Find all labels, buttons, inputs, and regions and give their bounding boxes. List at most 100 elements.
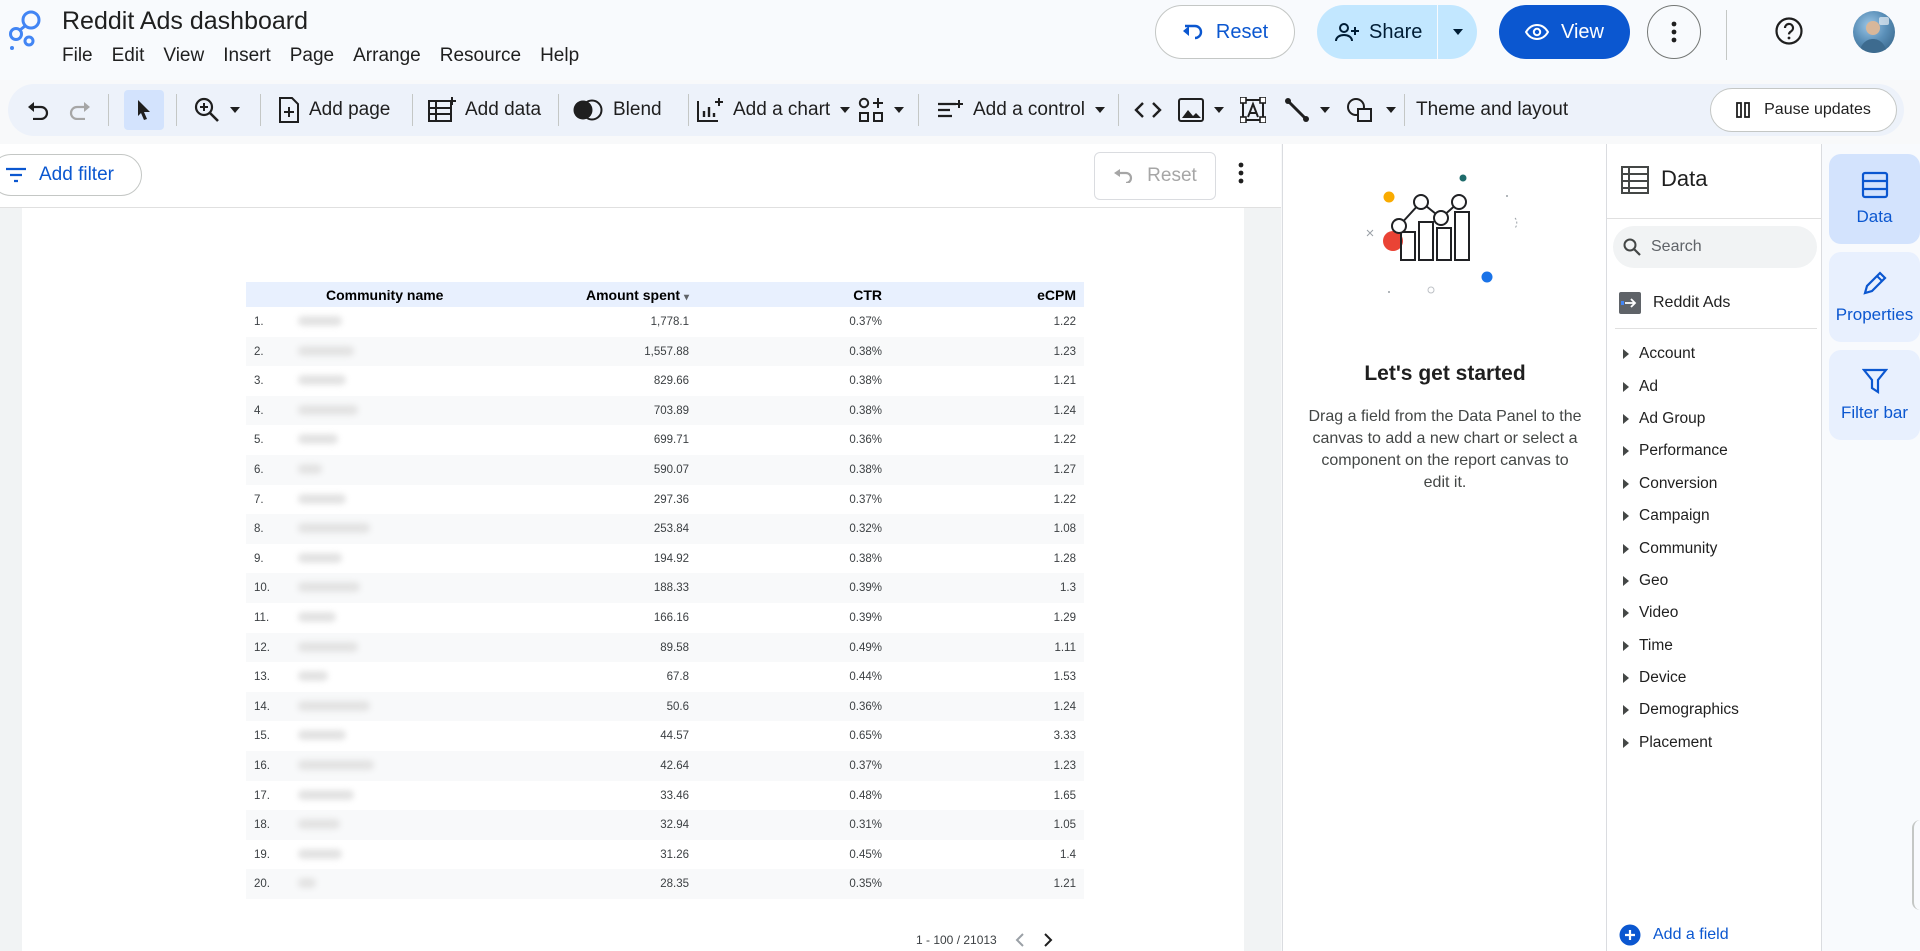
undo-icon[interactable] — [26, 84, 50, 136]
zoom-icon[interactable] — [194, 84, 241, 136]
table-row[interactable]: 18. 32.94 0.31% 1.05 — [246, 810, 1084, 840]
table-row[interactable]: 7. 297.36 0.37% 1.22 — [246, 485, 1084, 515]
community-table[interactable]: Community name Amount spent ▾ CTR eCPM 1… — [246, 282, 1084, 899]
add-control-icon — [938, 100, 963, 118]
chevron-left-icon[interactable] — [1015, 932, 1025, 948]
col-community-name[interactable]: Community name — [326, 287, 443, 303]
add-data-button[interactable]: Add data — [428, 84, 541, 136]
field-group-demographics[interactable]: Demographics — [1623, 694, 1739, 726]
data-panel-divider — [1615, 328, 1817, 329]
table-row[interactable]: 6. 590.07 0.38% 1.27 — [246, 454, 1084, 485]
rail-edge-handle[interactable] — [1912, 820, 1920, 910]
share-main[interactable]: Share — [1317, 5, 1437, 59]
table-row[interactable]: 1. 1,778.1 0.37% 1.22 — [246, 307, 1084, 337]
table-row[interactable]: 16. 42.64 0.37% 1.23 — [246, 750, 1084, 781]
add-control-button[interactable]: Add a control — [936, 84, 1106, 136]
caret-right-icon — [1623, 705, 1629, 716]
add-chart-button[interactable]: Add a chart — [696, 84, 851, 136]
field-group-placement[interactable]: Placement — [1623, 727, 1739, 759]
field-group-geo[interactable]: Geo — [1623, 565, 1739, 597]
community-name-redacted — [298, 552, 342, 563]
field-group-community[interactable]: Community — [1623, 532, 1739, 564]
rail-tab-data[interactable]: Data — [1829, 154, 1920, 244]
table-row[interactable]: 2. 1,557.88 0.38% 1.23 — [246, 336, 1084, 367]
share-button[interactable]: Share — [1317, 5, 1477, 59]
rail-tab-properties[interactable]: Properties — [1829, 252, 1920, 342]
view-button[interactable]: View — [1499, 5, 1630, 59]
add-filter-button[interactable]: Add filter — [0, 154, 142, 196]
canvas-more-options-icon[interactable] — [1238, 162, 1244, 184]
blend-button[interactable]: Blend — [572, 84, 662, 136]
table-row[interactable]: 13. 67.8 0.44% 1.53 — [246, 662, 1084, 692]
table-row[interactable]: 19. 31.26 0.45% 1.4 — [246, 840, 1084, 870]
col-ecpm[interactable]: eCPM — [1037, 287, 1076, 303]
field-group-video[interactable]: Video — [1623, 597, 1739, 629]
sort-desc-icon[interactable]: ▾ — [684, 292, 689, 303]
field-group-conversion[interactable]: Conversion — [1623, 468, 1739, 500]
share-dropdown-icon[interactable] — [1438, 28, 1477, 36]
rail-tab-filter-bar[interactable]: Filter bar — [1829, 350, 1920, 440]
field-group-campaign[interactable]: Campaign — [1623, 500, 1739, 532]
reset-button[interactable]: Reset — [1155, 5, 1295, 59]
data-source-name: Reddit Ads — [1653, 294, 1731, 311]
text-box-icon[interactable] — [1240, 84, 1266, 136]
menu-resource[interactable]: Resource — [440, 45, 521, 67]
field-group-device[interactable]: Device — [1623, 662, 1739, 694]
shape-icon[interactable] — [1346, 84, 1397, 136]
menu-edit[interactable]: Edit — [112, 45, 145, 67]
canvas-reset-button[interactable]: Reset — [1094, 152, 1216, 200]
table-row[interactable]: 3. 829.66 0.38% 1.21 — [246, 366, 1084, 396]
menu-help[interactable]: Help — [540, 45, 579, 67]
add-field-button[interactable]: Add a field — [1619, 924, 1729, 946]
table-row[interactable]: 5. 699.71 0.36% 1.22 — [246, 425, 1084, 455]
field-group-performance[interactable]: Performance — [1623, 435, 1739, 467]
cell-amount-spent: 297.36 — [653, 493, 689, 506]
table-row[interactable]: 10. 188.33 0.39% 1.3 — [246, 573, 1084, 603]
field-group-ad[interactable]: Ad — [1623, 370, 1739, 402]
chevron-right-icon[interactable] — [1043, 932, 1053, 948]
field-group-time[interactable]: Time — [1623, 630, 1739, 662]
embed-code-icon[interactable] — [1134, 84, 1162, 136]
table-row[interactable]: 4. 703.89 0.38% 1.24 — [246, 395, 1084, 426]
pause-updates-button[interactable]: Pause updates — [1710, 88, 1897, 132]
account-avatar[interactable] — [1853, 11, 1895, 53]
col-amount-spent[interactable]: Amount spent ▾ — [586, 287, 689, 303]
report-page[interactable]: Community name Amount spent ▾ CTR eCPM 1… — [22, 208, 1244, 951]
table-row[interactable]: 9. 194.92 0.38% 1.28 — [246, 544, 1084, 574]
table-row[interactable]: 12. 89.58 0.49% 1.11 — [246, 632, 1084, 663]
row-index: 9. — [254, 552, 264, 565]
redo-icon[interactable] — [68, 84, 92, 136]
community-viz-button[interactable] — [858, 84, 905, 136]
add-page-button[interactable]: Add page — [278, 84, 390, 136]
theme-and-layout-button[interactable]: Theme and layout — [1416, 84, 1568, 136]
looker-studio-logo-icon[interactable] — [4, 10, 42, 50]
table-row[interactable]: 14. 50.6 0.36% 1.24 — [246, 691, 1084, 722]
table-row[interactable]: 15. 44.57 0.65% 3.33 — [246, 721, 1084, 751]
side-rail: Data Properties Filter bar — [1822, 144, 1920, 951]
menu-insert[interactable]: Insert — [223, 45, 271, 67]
col-ctr[interactable]: CTR — [853, 287, 882, 303]
field-group-account[interactable]: Account — [1623, 338, 1739, 370]
col-amount-spent-label: Amount spent — [585, 287, 681, 303]
table-row[interactable]: 11. 166.16 0.39% 1.29 — [246, 603, 1084, 633]
table-row[interactable]: 8. 253.84 0.32% 1.08 — [246, 514, 1084, 544]
help-icon[interactable] — [1774, 16, 1804, 46]
reset-button-label: Reset — [1215, 20, 1269, 43]
select-cursor-icon[interactable] — [136, 84, 152, 136]
data-source-item[interactable]: Reddit Ads — [1619, 292, 1730, 314]
toolbar-divider — [260, 94, 261, 126]
filter-bar: Add filter Reset — [0, 144, 1281, 208]
table-row[interactable]: 17. 33.46 0.48% 1.65 — [246, 781, 1084, 811]
field-group-ad-group[interactable]: Ad Group — [1623, 403, 1739, 435]
menu-file[interactable]: File — [62, 45, 93, 67]
line-icon[interactable] — [1284, 84, 1331, 136]
menu-arrange[interactable]: Arrange — [353, 45, 421, 67]
more-options-icon[interactable] — [1647, 5, 1701, 59]
report-title[interactable]: Reddit Ads dashboard — [62, 7, 308, 36]
field-search-input[interactable]: Search — [1613, 226, 1817, 268]
image-icon[interactable] — [1178, 84, 1225, 136]
menu-page[interactable]: Page — [290, 45, 334, 67]
cell-ctr: 0.45% — [849, 848, 882, 861]
menu-view[interactable]: View — [163, 45, 204, 67]
table-row[interactable]: 20. 28.35 0.35% 1.21 — [246, 869, 1084, 899]
